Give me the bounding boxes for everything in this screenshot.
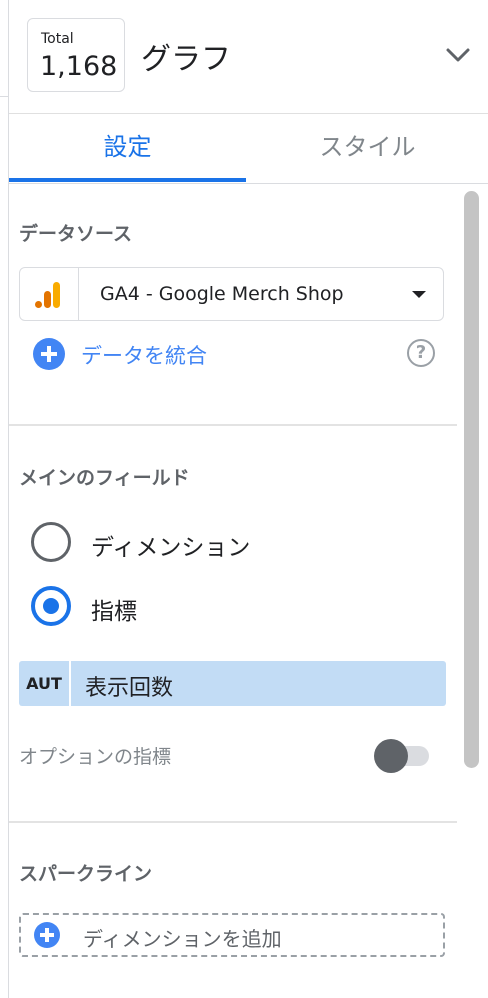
properties-panel: Total 1,168 グラフ 設定 スタイル データソース GA4 - Goo… [8,0,488,998]
data-source-name: GA4 - Google Merch Shop [100,283,344,305]
metric-name: 表示回数 [85,676,174,701]
tab-style[interactable]: スタイル [246,114,488,184]
scorecard-chart-icon: Total 1,168 [27,18,125,92]
analytics-bars-icon [35,282,60,308]
active-tab-indicator [9,178,246,182]
radio-metric[interactable] [31,586,71,626]
radio-metric-label[interactable]: 指標 [91,592,137,626]
chart-type-title: グラフ [141,42,231,77]
total-label: Total [41,31,74,47]
chevron-down-icon[interactable] [443,40,473,70]
section-divider [9,424,457,426]
add-dimension-label: ディメンションを追加 [83,927,282,951]
blend-data-link[interactable]: データを統合 [81,340,207,370]
primary-field-heading: メインのフィールド [19,467,190,489]
optional-metrics-label: オプションの指標 [19,746,172,768]
total-value: 1,168 [40,51,118,82]
canvas-strip [0,0,8,97]
add-dimension-button[interactable]: ディメンションを追加 [19,913,445,957]
dropdown-caret-icon[interactable] [412,291,426,298]
add-circle-icon[interactable] [33,338,65,370]
metric-aggregation-badge[interactable]: AUT [19,661,71,706]
section-divider [9,821,457,823]
scrollbar-thumb[interactable] [464,191,479,768]
add-circle-icon [34,922,60,948]
selector-divider [78,268,79,320]
tab-setup[interactable]: 設定 [9,114,246,184]
data-source-selector[interactable]: GA4 - Google Merch Shop [19,267,444,321]
help-icon[interactable]: ? [407,339,435,367]
panel-header: Total 1,168 グラフ [9,0,488,114]
radio-dimension[interactable] [31,522,71,562]
metric-chip[interactable]: AUT 表示回数 [19,661,446,706]
panel-tabs: 設定 スタイル [9,114,488,184]
data-source-heading: データソース [19,223,133,245]
sparkline-heading: スパークライン [19,863,153,885]
radio-dimension-label[interactable]: ディメンション [91,528,250,562]
toggle-knob[interactable] [374,739,408,773]
